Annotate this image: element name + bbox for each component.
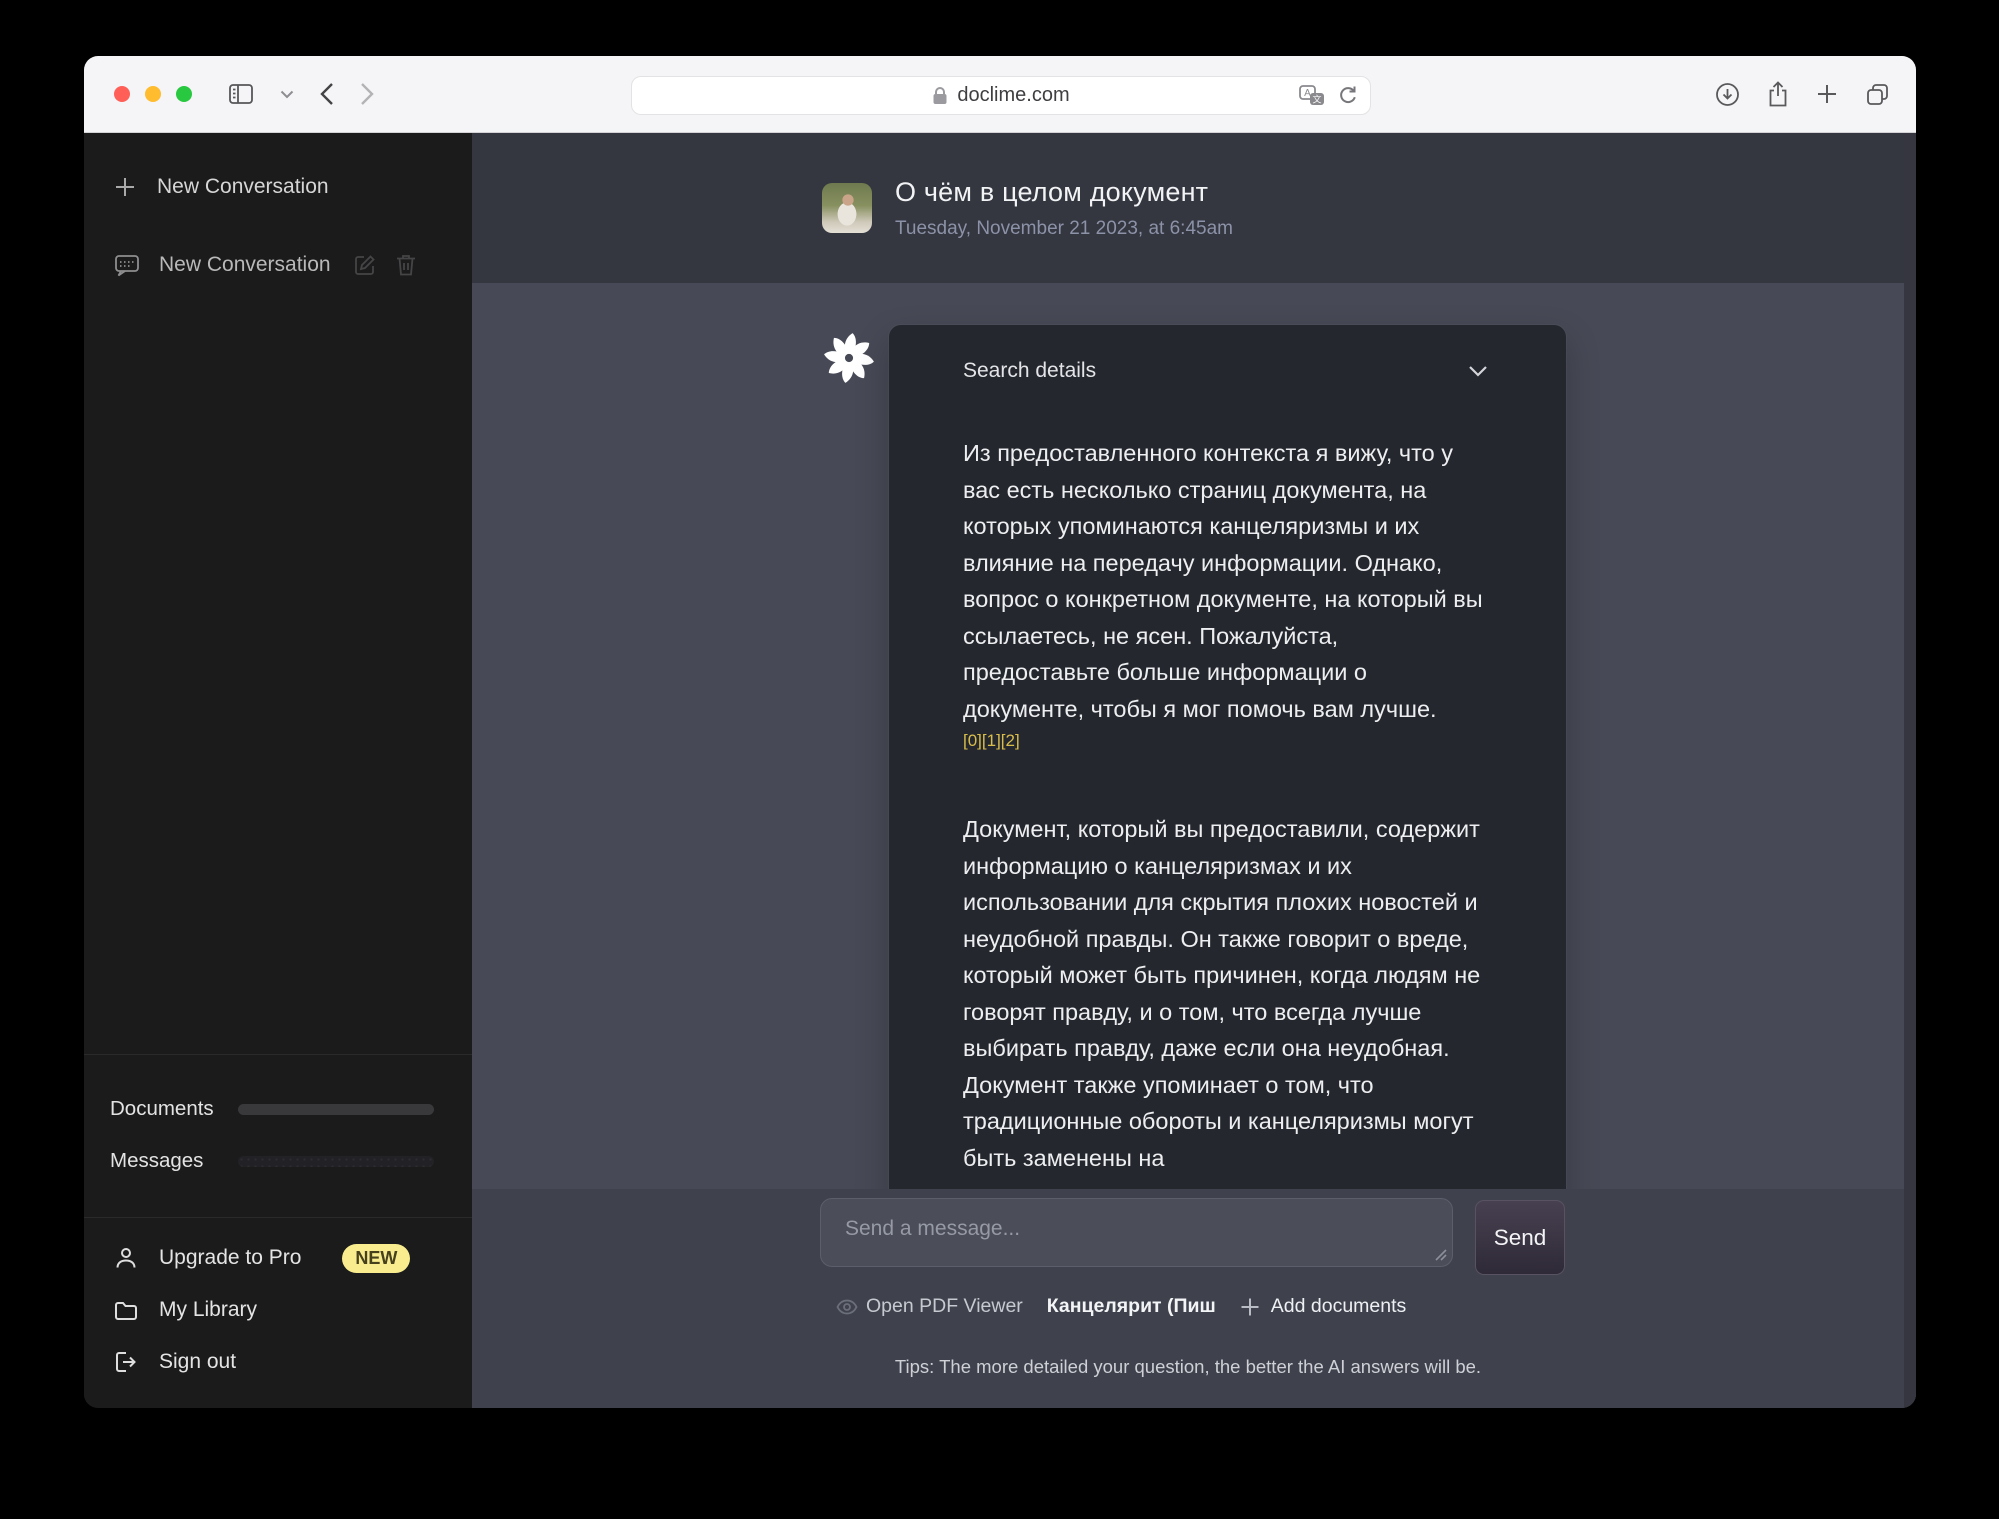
chat-title: О чём в целом документ — [895, 177, 1233, 208]
search-details-label: Search details — [963, 359, 1096, 383]
citation-links[interactable]: [0][1][2] — [963, 731, 1488, 751]
plus-icon — [1240, 1297, 1260, 1317]
browser-window: doclime.com A文 — [84, 56, 1916, 1408]
folder-icon — [114, 1300, 138, 1321]
composer-actions: Open PDF Viewer Канцелярит (Пиш Add docu… — [836, 1295, 1406, 1318]
sidebar-item-upgrade[interactable]: Upgrade to Pro NEW — [84, 1232, 472, 1284]
delete-conversation-icon[interactable] — [395, 253, 417, 277]
sign-out-icon — [114, 1351, 138, 1373]
current-document-button[interactable]: Канцелярит (Пиш — [1047, 1295, 1216, 1318]
new-conversation-label: New Conversation — [157, 175, 329, 199]
chevron-down-icon[interactable] — [280, 90, 294, 99]
traffic-lights — [114, 86, 192, 102]
close-window-button[interactable] — [114, 86, 130, 102]
conversation-title: New Conversation — [159, 253, 331, 277]
reload-icon[interactable] — [1338, 85, 1358, 106]
sidebar: New Conversation New Conversation — [84, 133, 472, 1408]
assistant-spiral-icon — [820, 329, 880, 387]
plus-icon — [114, 176, 136, 198]
person-icon — [114, 1246, 138, 1270]
new-tab-icon[interactable] — [1816, 83, 1838, 105]
sidebar-item-signout[interactable]: Sign out — [84, 1336, 472, 1388]
add-documents-label: Add documents — [1271, 1295, 1407, 1318]
zoom-window-button[interactable] — [176, 86, 192, 102]
svg-text:文: 文 — [1312, 93, 1321, 104]
forward-icon[interactable] — [360, 82, 374, 106]
open-pdf-viewer-label: Open PDF Viewer — [866, 1295, 1023, 1318]
user-avatar — [822, 183, 872, 233]
chat-main: О чём в целом документ Tuesday, November… — [472, 133, 1916, 1408]
address-bar[interactable]: doclime.com A文 — [631, 76, 1371, 115]
scrollbar-gutter[interactable] — [1904, 133, 1916, 1408]
add-documents-button[interactable]: Add documents — [1240, 1295, 1407, 1318]
chat-bubble-icon — [114, 253, 140, 277]
assistant-message: Search details Из предоставленного конте… — [820, 325, 1566, 1189]
sidebar-menu: Upgrade to Pro NEW My Library Sign out — [84, 1217, 472, 1408]
documents-usage-row: Documents — [110, 1083, 434, 1135]
message-input[interactable] — [820, 1198, 1453, 1267]
conversation-list-item[interactable]: New Conversation — [84, 237, 472, 293]
back-icon[interactable] — [320, 82, 334, 106]
sidebar-toggle-icon[interactable] — [228, 83, 254, 105]
translate-icon[interactable]: A文 — [1299, 85, 1326, 107]
composer: Send Open PDF Viewer Канцелярит (Пиш — [472, 1189, 1916, 1408]
chevron-down-icon — [1468, 365, 1488, 377]
library-label: My Library — [159, 1298, 257, 1322]
edit-conversation-icon[interactable] — [353, 253, 377, 277]
search-details-toggle[interactable]: Search details — [963, 359, 1488, 383]
minimize-window-button[interactable] — [145, 86, 161, 102]
upgrade-label: Upgrade to Pro — [159, 1246, 301, 1270]
usage-section: Documents Messages — [84, 1054, 472, 1217]
message-card: Search details Из предоставленного конте… — [889, 325, 1566, 1189]
answer-paragraph-2: Документ, который вы предоставили, содер… — [963, 811, 1488, 1176]
eye-icon — [836, 1299, 858, 1315]
chat-header: О чём в целом документ Tuesday, November… — [472, 133, 1916, 283]
tips-text: Tips: The more detailed your question, t… — [472, 1356, 1904, 1378]
browser-toolbar: doclime.com A文 — [84, 56, 1916, 133]
share-icon[interactable] — [1767, 81, 1789, 108]
messages-usage-bar — [238, 1156, 434, 1167]
new-badge: NEW — [342, 1244, 410, 1273]
url-text: doclime.com — [957, 84, 1069, 107]
current-document-label: Канцелярит (Пиш — [1047, 1295, 1216, 1318]
signout-label: Sign out — [159, 1350, 236, 1374]
documents-usage-label: Documents — [110, 1097, 214, 1121]
downloads-icon[interactable] — [1715, 82, 1740, 107]
messages-usage-row: Messages — [110, 1135, 434, 1187]
open-pdf-viewer-button[interactable]: Open PDF Viewer — [836, 1295, 1023, 1318]
tab-overview-icon[interactable] — [1865, 82, 1890, 107]
sidebar-item-library[interactable]: My Library — [84, 1284, 472, 1336]
chat-timestamp: Tuesday, November 21 2023, at 6:45am — [895, 218, 1233, 240]
new-conversation-button[interactable]: New Conversation — [84, 159, 472, 215]
chat-messages-area[interactable]: Search details Из предоставленного конте… — [472, 283, 1916, 1189]
lock-icon — [932, 86, 948, 105]
answer-paragraph-1: Из предоставленного контекста я вижу, чт… — [963, 435, 1488, 727]
messages-usage-label: Messages — [110, 1149, 203, 1173]
send-button[interactable]: Send — [1475, 1200, 1565, 1275]
documents-usage-bar — [238, 1104, 434, 1115]
